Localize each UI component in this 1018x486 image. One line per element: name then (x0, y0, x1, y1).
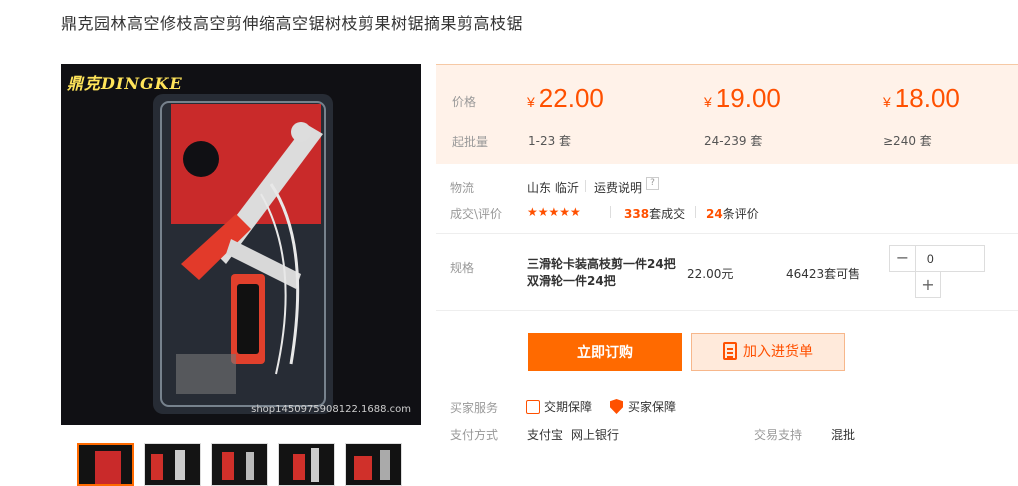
product-photo (61, 64, 421, 425)
image-watermark: shop1450975908122.1688.com (251, 404, 411, 415)
price-tier-3: ¥18.00 (883, 83, 960, 114)
currency-symbol: ¥ (527, 94, 535, 110)
review-count[interactable]: 24条评价 (706, 205, 759, 222)
decrement-button[interactable]: − (890, 246, 916, 271)
services-label: 买家服务 (450, 401, 499, 415)
trade-support-label: 交易支持 (754, 428, 803, 442)
deals-label: 成交\评价 (450, 207, 503, 221)
thumbnail-1[interactable] (77, 443, 134, 486)
service-label: 买家保障 (628, 400, 677, 414)
spec-stock: 46423套可售 (786, 267, 861, 281)
price-value: 18.00 (894, 83, 960, 113)
spec-label: 规格 (450, 261, 475, 275)
spec-line-2: 双滑轮一件24把 (527, 274, 616, 288)
service-label: 交期保障 (544, 400, 593, 414)
moq-label: 起批量 (452, 135, 489, 149)
thumbnail-5[interactable] (345, 443, 402, 486)
thumbnail-4[interactable] (278, 443, 335, 486)
thumbnail-strip (77, 443, 402, 486)
review-count-suffix: 条评价 (722, 207, 759, 221)
review-count-number: 24 (706, 207, 723, 221)
logistics-location: 山东 临沂 (527, 181, 579, 195)
payment-method-alipay: 支付宝 (527, 428, 564, 442)
payment-label: 支付方式 (450, 428, 499, 442)
thumbnail-image (279, 444, 334, 485)
price-panel: 价格 起批量 ¥22.00 ¥19.00 ¥18.00 1-23 套 24-23… (436, 64, 1018, 164)
trade-support-value: 混批 (831, 428, 856, 442)
shield-icon (610, 399, 623, 414)
thumbnail-3[interactable] (211, 443, 268, 486)
logistics-label: 物流 (450, 181, 475, 195)
price-tier-2: ¥19.00 (704, 83, 781, 114)
service-buyer-protection[interactable]: 买家保障 (610, 398, 676, 415)
sold-count-suffix: 套成交 (649, 207, 686, 221)
main-product-image[interactable]: 鼎克DINGKE shop1450975908122.1688.com (61, 64, 421, 425)
spec-price: 22.00元 (687, 267, 734, 281)
divider (695, 206, 696, 218)
delivery-guarantee-icon (526, 399, 540, 414)
thumbnail-image (346, 444, 401, 485)
buy-now-button[interactable]: 立即订购 (528, 333, 682, 371)
price-value: 22.00 (538, 83, 604, 113)
clipboard-icon (723, 342, 737, 360)
divider (585, 180, 586, 192)
currency-symbol: ¥ (883, 94, 891, 110)
rating-stars: ★★★★★ (527, 205, 581, 219)
price-tier-1: ¥22.00 (527, 83, 604, 114)
qty-tier-2: 24-239 套 (704, 134, 763, 148)
spec-line-1: 三滑轮卡装高枝剪一件24把 (527, 257, 676, 271)
price-value: 19.00 (715, 83, 781, 113)
divider (610, 206, 611, 218)
thumbnail-image (212, 444, 267, 485)
payment-method-bank: 网上银行 (571, 428, 620, 442)
product-title: 鼎克园林高空修枝高空剪伸缩高空锯树枝剪果树锯摘果剪高枝锯 (61, 14, 524, 33)
sold-count[interactable]: 338套成交 (624, 205, 685, 222)
increment-button[interactable]: + (915, 272, 941, 298)
currency-symbol: ¥ (704, 94, 712, 110)
thumbnail-image (79, 445, 132, 484)
section-divider (436, 233, 1018, 234)
price-label: 价格 (452, 95, 477, 109)
service-delivery-guarantee[interactable]: 交期保障 (526, 398, 592, 415)
image-brand-text: 鼎克DINGKE (67, 74, 183, 93)
add-to-cart-button[interactable]: 加入进货单 (691, 333, 845, 371)
add-to-cart-label: 加入进货单 (743, 344, 813, 360)
thumbnail-2[interactable] (144, 443, 201, 486)
spec-name: 三滑轮卡装高枝剪一件24把 双滑轮一件24把 (527, 256, 676, 290)
help-icon[interactable]: ? (646, 177, 659, 190)
section-divider (436, 310, 1018, 311)
sold-count-number: 338 (624, 207, 650, 221)
quantity-stepper: − (889, 245, 985, 272)
product-page: 鼎克园林高空修枝高空剪伸缩高空锯树枝剪果树锯摘果剪高枝锯 鼎克DINGKE sh… (0, 0, 1018, 486)
qty-tier-1: 1-23 套 (528, 134, 572, 148)
thumbnail-image (145, 444, 200, 485)
qty-tier-3: ≥240 套 (883, 134, 932, 148)
shipping-info-link[interactable]: 运费说明 (594, 179, 642, 196)
quantity-input[interactable] (917, 246, 983, 271)
